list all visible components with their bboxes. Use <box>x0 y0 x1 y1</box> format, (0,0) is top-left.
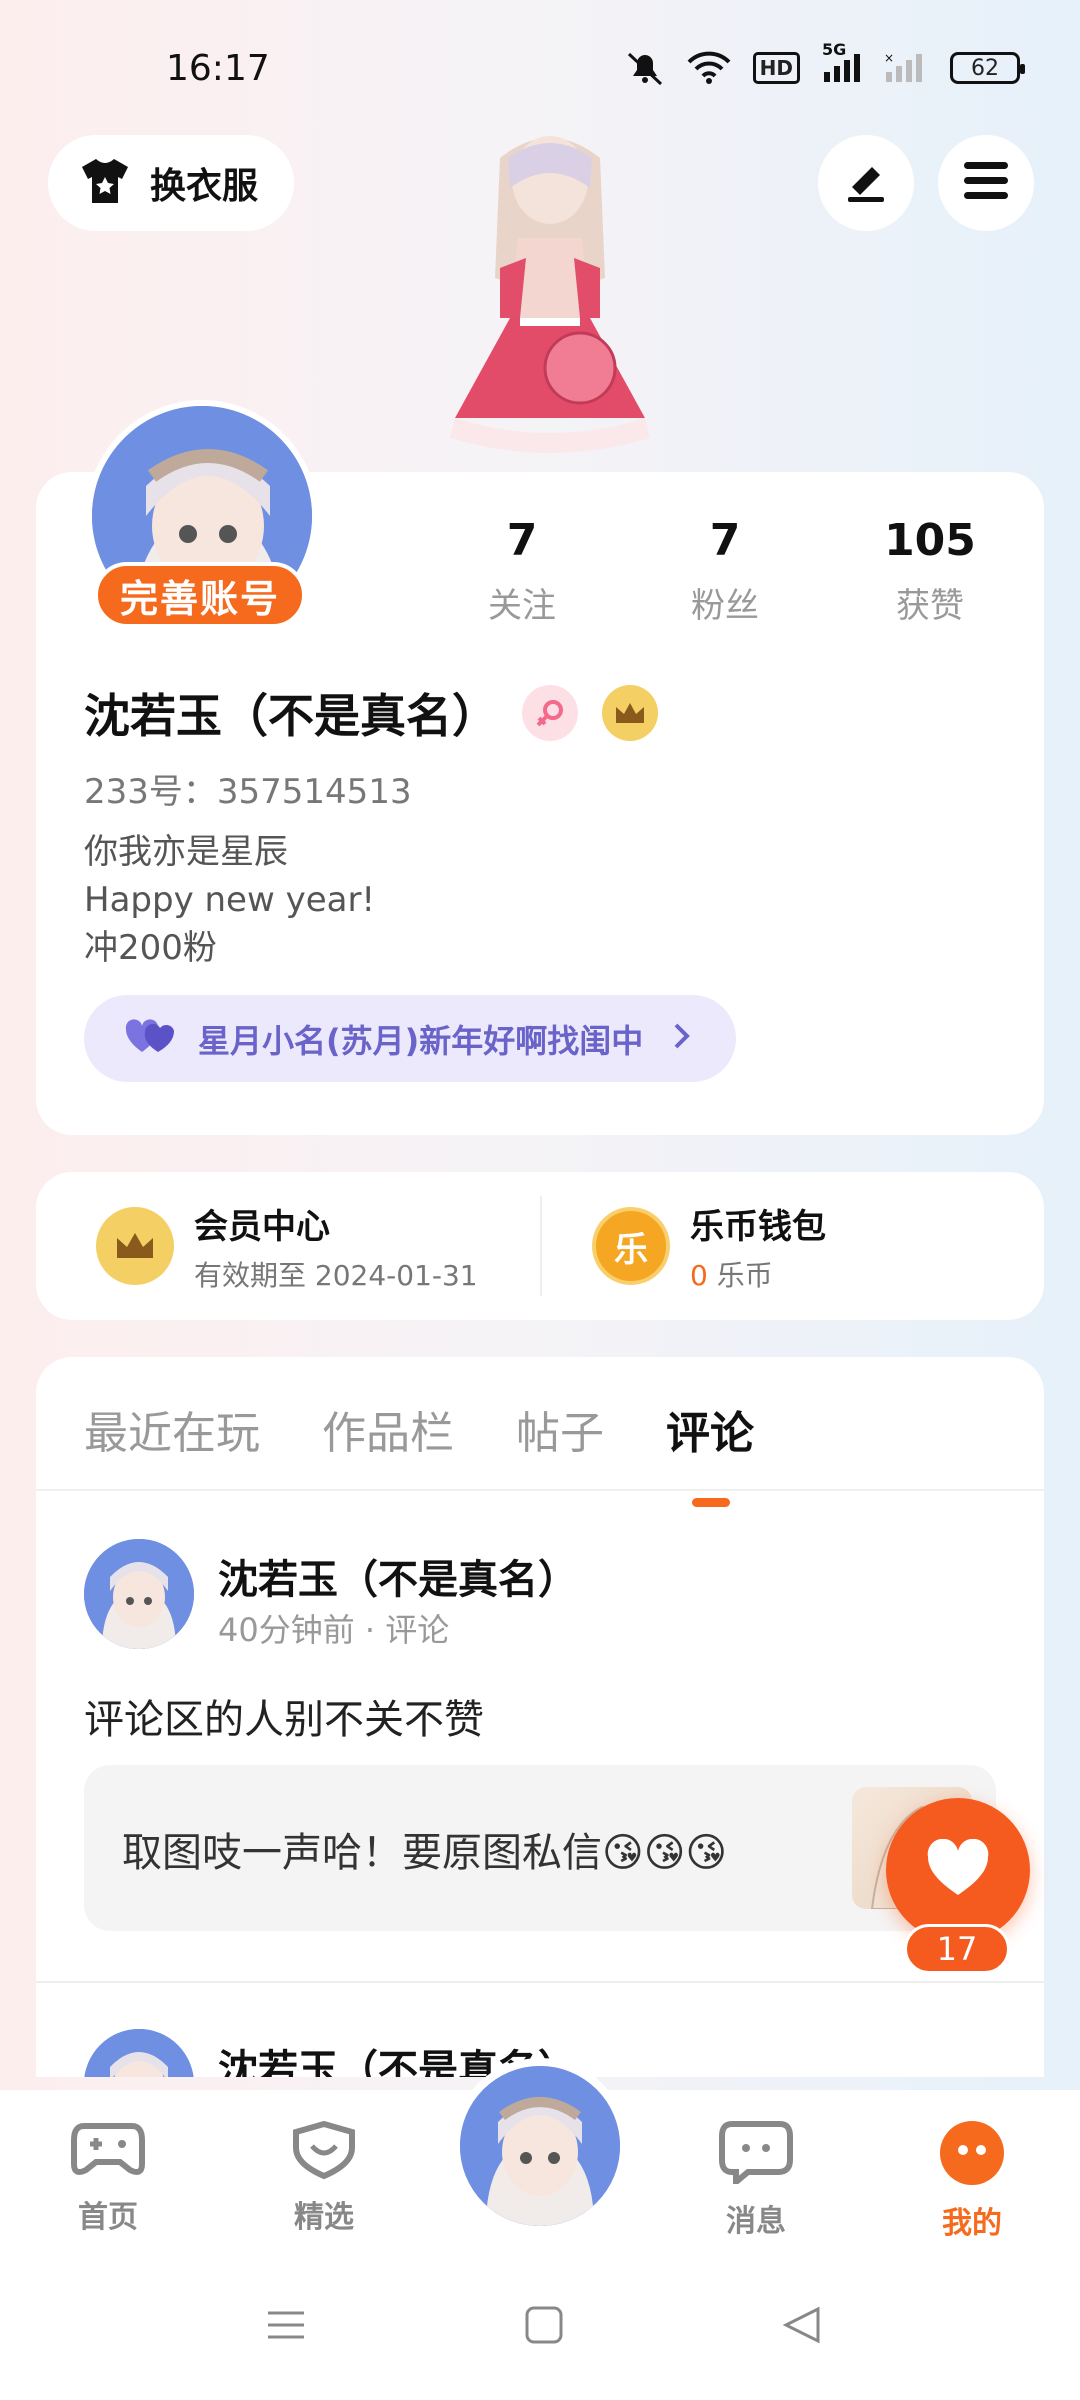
status-icons: HD 5G × 62 <box>625 40 1025 86</box>
crown-icon <box>96 1207 174 1285</box>
system-nav-bar <box>0 2305 1080 2365</box>
menu-icon <box>962 160 1010 206</box>
hd-icon: HD <box>752 52 800 84</box>
change-outfit-label: 换衣服 <box>150 166 259 207</box>
nav-featured-label: 精选 <box>294 2200 354 2235</box>
stat-likes[interactable]: 105 获赞 <box>850 515 1010 627</box>
nav-messages-label: 消息 <box>726 2204 786 2239</box>
wallet-title: 乐币钱包 <box>690 1206 826 1247</box>
status-time: 16:17 <box>166 48 270 89</box>
like-button[interactable] <box>886 1798 1030 1942</box>
nav-avatar-center[interactable] <box>452 2058 628 2234</box>
post-author-avatar[interactable] <box>84 1539 194 1649</box>
vip-card: 会员中心 有效期至 2024-01-31 乐 乐币钱包 0 乐币 <box>36 1172 1044 1320</box>
crown-badge-icon[interactable] <box>602 685 658 741</box>
content-card: 最近在玩 作品栏 帖子 评论 沈若玉（不是真名） 40分钟前 · 评论 评论区的… <box>36 1357 1044 2077</box>
bio-line-2: Happy new year! <box>84 880 376 920</box>
post-meta: 40分钟前 · 评论 <box>218 1611 450 1649</box>
wifi-icon <box>687 50 731 86</box>
nav-home[interactable]: 首页 <box>48 2120 168 2236</box>
back-icon[interactable] <box>782 2305 822 2349</box>
chat-icon <box>718 2121 794 2189</box>
stat-followers[interactable]: 7 粉丝 <box>645 515 805 627</box>
edit-icon <box>842 157 890 209</box>
quoted-post[interactable]: 取图吱一声哈！要原图私信😘😘😘 <box>84 1765 996 1931</box>
double-heart-icon <box>124 1018 176 1060</box>
tab-divider <box>36 1489 1044 1491</box>
post-author-avatar[interactable] <box>84 2029 194 2077</box>
stat-following[interactable]: 7 关注 <box>442 515 602 627</box>
nav-messages[interactable]: 消息 <box>696 2120 816 2240</box>
change-outfit-button[interactable]: 换衣服 <box>48 135 294 231</box>
voice-pill-text: 星月小名(苏月)新年好啊找闺中 <box>198 1021 644 1060</box>
gamepad-icon <box>70 2123 146 2184</box>
female-icon <box>522 685 578 741</box>
signal-icon: 5G <box>822 40 862 86</box>
avatar-character-figure[interactable] <box>430 118 670 473</box>
like-count: 17 <box>904 1924 1010 1974</box>
heart-icon <box>926 1838 990 1901</box>
post-separator <box>36 1981 1044 1983</box>
battery-icon: 62 <box>950 52 1025 84</box>
recent-apps-icon[interactable] <box>266 2305 306 2349</box>
edit-profile-button[interactable] <box>818 135 914 231</box>
tab-works[interactable]: 作品栏 <box>322 1397 454 1461</box>
nav-home-label: 首页 <box>78 2200 138 2235</box>
tab-bar: 最近在玩 作品栏 帖子 评论 <box>84 1397 754 1507</box>
coin-icon: 乐 <box>592 1207 670 1285</box>
chevron-right-icon <box>673 1019 691 1059</box>
stat-likes-label: 获赞 <box>896 586 964 626</box>
coin-icon-char: 乐 <box>614 1229 648 1270</box>
member-center-title: 会员中心 <box>194 1206 330 1247</box>
nav-me[interactable]: 我的 <box>912 2120 1032 2242</box>
nav-featured[interactable]: 精选 <box>264 2120 384 2236</box>
wallet-unit: 乐币 <box>716 1258 773 1292</box>
tab-recent-played[interactable]: 最近在玩 <box>84 1397 260 1461</box>
tab-comments[interactable]: 评论 <box>666 1397 754 1507</box>
stat-following-label: 关注 <box>488 586 556 626</box>
post-author-name[interactable]: 沈若玉（不是真名） <box>218 1547 578 1605</box>
tshirt-icon <box>78 157 132 209</box>
stat-followers-label: 粉丝 <box>691 586 759 626</box>
profile-name-row: 沈若玉（不是真名） <box>84 680 658 746</box>
nav-me-label: 我的 <box>942 2206 1002 2241</box>
stat-likes-value: 105 <box>884 515 976 566</box>
voice-pill-button[interactable]: 星月小名(苏月)新年好啊找闺中 <box>84 995 736 1082</box>
network-type: 5G <box>822 40 847 59</box>
wallet-amount: 0 <box>690 1258 708 1292</box>
profile-name: 沈若玉（不是真名） <box>84 689 498 743</box>
heart-box-icon <box>286 2120 362 2184</box>
svg-text:×: × <box>884 52 894 65</box>
member-expiry: 有效期至 2024-01-31 <box>194 1258 478 1292</box>
quoted-post-text: 取图吱一声哈！要原图私信😘😘😘 <box>122 1830 728 1876</box>
profile-bio: 你我亦是星辰 Happy new year! 冲200粉 <box>84 828 375 972</box>
complete-account-button[interactable]: 完善账号 <box>94 562 306 628</box>
post-text: 评论区的人别不关不赞 <box>84 1697 484 1743</box>
home-icon[interactable] <box>524 2305 564 2349</box>
bio-line-1: 你我亦是星辰 <box>84 832 288 872</box>
wallet-button[interactable]: 乐 乐币钱包 0 乐币 <box>592 1172 826 1320</box>
bio-line-3: 冲200粉 <box>84 928 217 968</box>
tab-posts[interactable]: 帖子 <box>516 1397 604 1461</box>
profile-face-icon <box>939 2121 1005 2190</box>
profile-uid: 233号：357514513 <box>84 772 412 812</box>
mute-icon <box>625 50 665 86</box>
menu-button[interactable] <box>938 135 1034 231</box>
vip-divider <box>540 1196 542 1296</box>
signal-2-icon: × <box>884 50 928 86</box>
stat-followers-value: 7 <box>709 515 741 566</box>
member-center-button[interactable]: 会员中心 有效期至 2024-01-31 <box>96 1172 478 1320</box>
wallet-balance: 0 乐币 <box>690 1254 826 1294</box>
stat-following-value: 7 <box>506 515 538 566</box>
